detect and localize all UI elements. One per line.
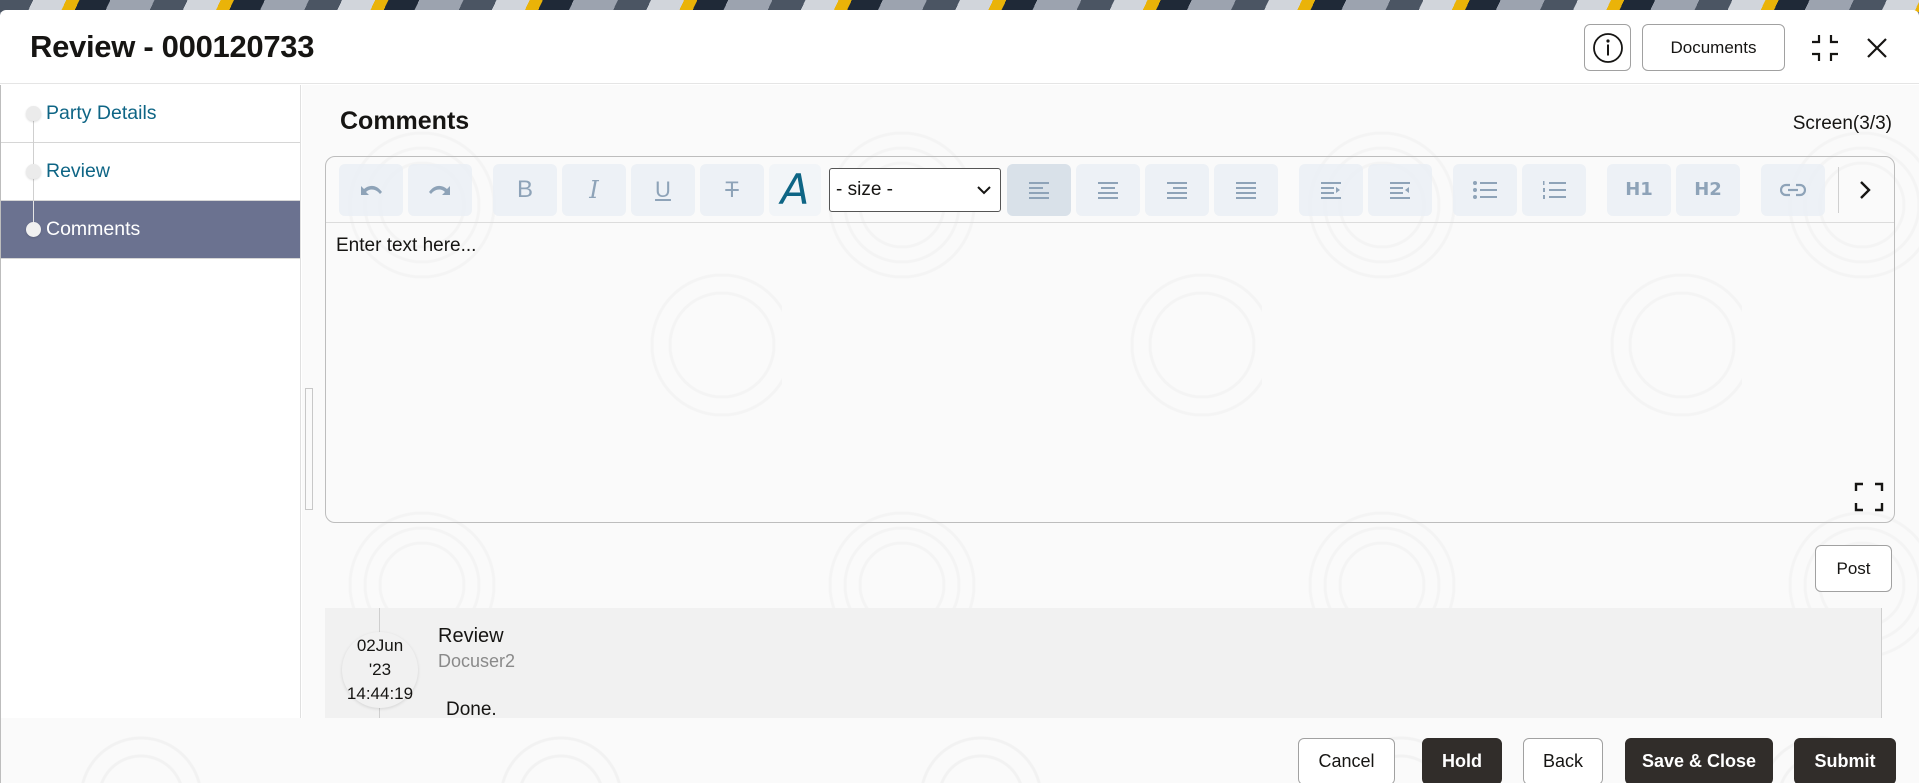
fullscreen-editor-button[interactable] [1851,479,1887,515]
editor-toolbar: B I U T A - size - H1 H2 [326,157,1894,223]
editor-placeholder: Enter text here... [336,235,477,256]
insert-link-button[interactable] [1761,163,1825,216]
sidebar-item-party-details[interactable]: Party Details [1,85,300,143]
font-size-value: - size - [836,178,893,200]
numbered-list-button[interactable] [1522,163,1586,216]
indent-button[interactable] [1299,163,1363,216]
step-dot-icon [26,164,41,179]
redo-button[interactable] [408,163,472,216]
step-dot-icon [26,222,41,237]
comment-text-input[interactable]: Enter text here... [336,235,476,257]
heading-1-button[interactable]: H1 [1607,163,1671,216]
align-left-button[interactable] [1007,163,1071,216]
info-button[interactable] [1584,24,1631,71]
collapse-icon [1812,34,1838,61]
step-dot-icon [26,106,41,121]
submit-button[interactable]: Submit [1794,738,1896,783]
dialog-footer: Cancel Hold Back Save & Close Submit [0,718,1919,783]
font-icon: A [780,165,810,214]
italic-button[interactable]: I [562,163,626,216]
strikethrough-icon: T [725,176,739,202]
heading-2-button[interactable]: H2 [1676,163,1740,216]
outdent-button[interactable] [1368,163,1432,216]
bullet-list-icon [1473,180,1497,199]
more-tools-button[interactable] [1849,164,1881,216]
font-button[interactable]: A [769,163,821,216]
outdent-icon [1390,181,1410,199]
sidebar-item-review[interactable]: Review [1,143,300,201]
info-circle-icon [1592,32,1623,63]
strikethrough-button[interactable]: T [700,163,764,216]
align-justify-icon [1236,181,1256,199]
main-content: Comments Screen(3/3) B I U T A - size - … [302,85,1919,728]
header-actions: Documents [1584,24,1899,71]
align-left-icon [1029,181,1049,199]
comment-date-day: 02Jun [356,636,404,655]
undo-button[interactable] [339,163,403,216]
numbered-list-icon [1543,180,1566,199]
back-button[interactable]: Back [1523,738,1603,783]
sidebar-item-label: Party Details [46,102,157,124]
underline-icon: U [655,176,671,202]
font-size-select[interactable]: - size - [829,167,1001,212]
rich-text-editor: B I U T A - size - H1 H2 Enter text here… [325,156,1895,523]
align-justify-button[interactable] [1214,163,1278,216]
comment-date-year: '23 [368,660,392,679]
h2-icon: H2 [1694,179,1722,200]
page-title: Review - 000120733 [30,28,315,64]
hold-button[interactable]: Hold [1422,738,1502,783]
comment-time: 14:44:19 [346,684,414,703]
post-button[interactable]: Post [1815,545,1892,592]
bold-icon: B [516,175,533,203]
comment-history: 02Jun '23 14:44:19 Review Docuser2 Done. [325,608,1882,728]
italic-icon: I [589,175,599,204]
align-right-button[interactable] [1145,163,1209,216]
toolbar-divider [1838,166,1839,213]
link-icon [1780,183,1806,196]
align-center-button[interactable] [1076,163,1140,216]
comment-author: Docuser2 [438,651,516,671]
step-navigation: Party Details Review Comments [0,85,301,728]
chevron-right-icon [1860,180,1871,199]
comment-timestamp: 02Jun '23 14:44:19 [342,632,418,708]
bullet-list-button[interactable] [1453,163,1517,216]
bold-button[interactable]: B [493,163,557,216]
close-icon [1867,37,1887,58]
minimize-button[interactable] [1803,26,1847,70]
sidebar-item-label: Comments [46,218,141,240]
sidebar-item-comments[interactable]: Comments [1,201,300,259]
cancel-button[interactable]: Cancel [1298,738,1395,783]
undo-icon [361,185,382,195]
h1-icon: H1 [1625,179,1653,200]
sidebar-item-label: Review [46,160,110,182]
redo-icon [429,185,450,195]
section-title: Comments [340,107,470,135]
comment-stage: Review [438,625,504,647]
underline-button[interactable]: U [631,163,695,216]
scrollbar-thumb[interactable] [305,388,313,510]
close-button[interactable] [1855,26,1899,70]
align-center-icon [1098,181,1118,199]
expand-icon [1854,482,1884,512]
align-right-icon [1167,181,1187,199]
documents-button[interactable]: Documents [1642,24,1785,71]
review-dialog: Review - 000120733 Documents Party Detai… [0,10,1919,783]
dialog-header: Review - 000120733 Documents [0,10,1919,84]
chevron-down-icon [977,185,991,194]
screen-indicator: Screen(3/3) [1792,113,1892,134]
save-and-close-button[interactable]: Save & Close [1625,738,1773,783]
indent-icon [1321,181,1341,199]
